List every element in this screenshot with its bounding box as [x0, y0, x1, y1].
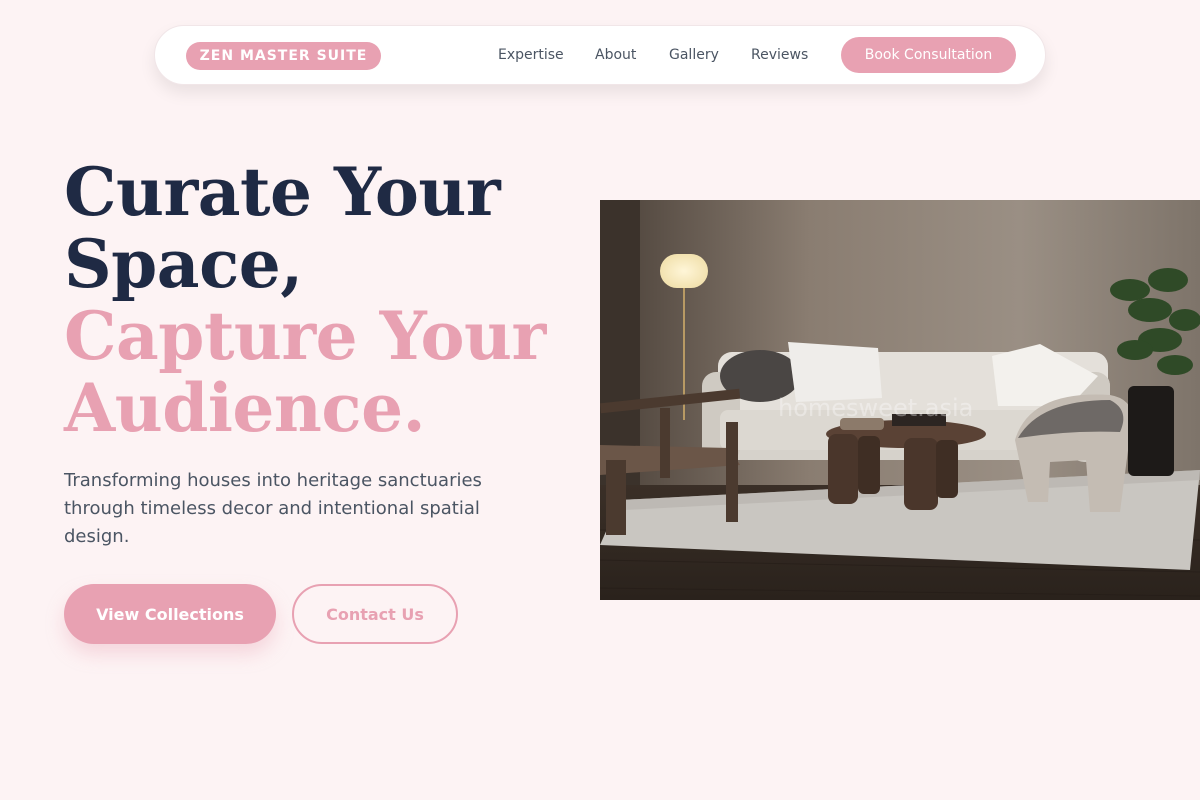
- headline-line-4: Audience.: [64, 369, 426, 447]
- nav-link-expertise[interactable]: Expertise: [498, 46, 564, 64]
- hero-image: homesweet.asia: [600, 200, 1200, 600]
- hero-headline: Curate Your Space, Capture Your Audience…: [64, 156, 546, 444]
- contact-us-button[interactable]: Contact Us: [292, 584, 458, 644]
- hero-subcopy: Transforming houses into heritage sanctu…: [64, 470, 482, 547]
- headline-line-2: Space,: [64, 225, 303, 303]
- headline-line-1: Curate Your: [64, 153, 501, 231]
- book-consultation-button[interactable]: Book Consultation: [841, 37, 1016, 73]
- brand-logo[interactable]: ZEN MASTER SUITE: [186, 42, 381, 70]
- nav-link-about[interactable]: About: [595, 46, 636, 64]
- nav-link-gallery[interactable]: Gallery: [669, 46, 719, 64]
- top-navigation: ZEN MASTER SUITE Expertise About Gallery…: [154, 25, 1046, 85]
- nav-link-reviews[interactable]: Reviews: [751, 46, 808, 64]
- image-watermark: homesweet.asia: [778, 394, 973, 422]
- view-collections-button[interactable]: View Collections: [64, 584, 276, 644]
- headline-line-3: Capture Your: [64, 297, 546, 375]
